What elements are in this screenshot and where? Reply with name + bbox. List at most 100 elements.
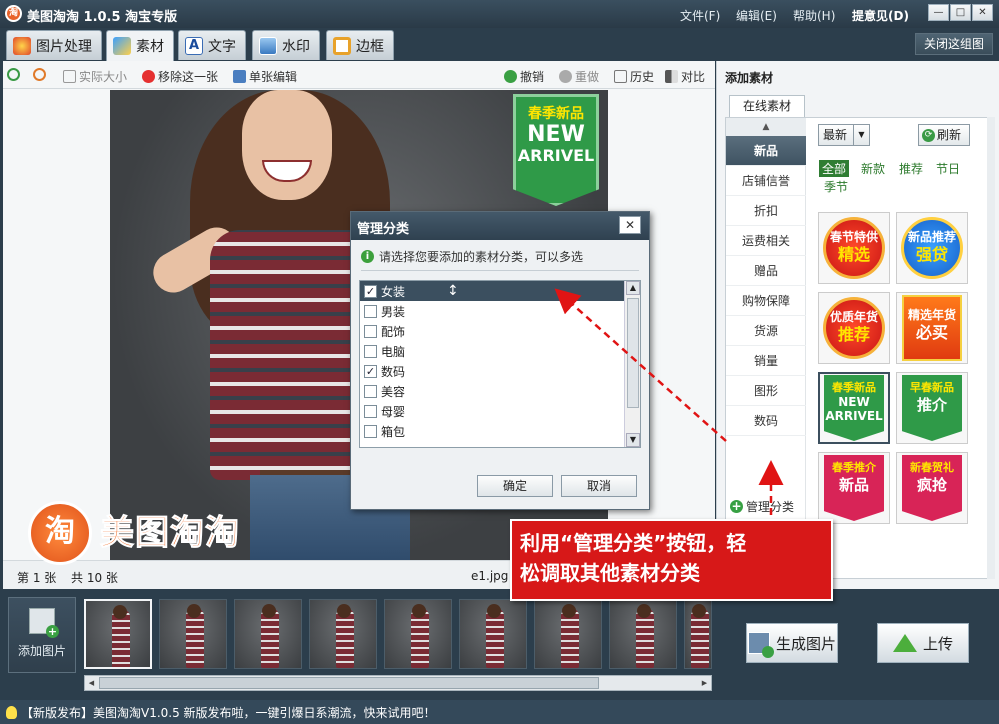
category-item[interactable]: ✓ 女装 ↕: [360, 281, 640, 301]
menu-edit[interactable]: 编辑(E): [736, 7, 777, 24]
single-edit-label: 单张编辑: [249, 70, 298, 84]
film-thumbnail[interactable]: [609, 599, 677, 669]
refresh-button[interactable]: ⟳ 刷新: [918, 124, 970, 146]
tab-text[interactable]: A 文字: [178, 30, 246, 60]
checkbox[interactable]: [364, 344, 377, 358]
zoom-in-button[interactable]: [7, 68, 20, 81]
manage-category-button[interactable]: + 管理分类: [730, 498, 794, 515]
zoom-out-button[interactable]: [33, 68, 46, 81]
checkbox[interactable]: [364, 324, 377, 338]
category-item[interactable]: 母婴: [360, 401, 640, 421]
film-thumbnail[interactable]: [534, 599, 602, 669]
category-sales[interactable]: 销量: [726, 346, 806, 376]
category-item[interactable]: 美容: [360, 381, 640, 401]
checkbox[interactable]: [364, 384, 377, 398]
category-gift[interactable]: 赠品: [726, 256, 806, 286]
category-item[interactable]: 配饰: [360, 321, 640, 341]
dialog-close-button[interactable]: ✕: [619, 216, 641, 234]
maximize-button[interactable]: □: [950, 4, 971, 21]
checkbox[interactable]: [364, 404, 377, 418]
filter-holiday[interactable]: 节日: [936, 160, 960, 177]
category-discount[interactable]: 折扣: [726, 196, 806, 226]
tab-picture-processing[interactable]: 图片处理: [6, 30, 102, 60]
generate-button[interactable]: 生成图片: [746, 623, 838, 663]
single-edit-button[interactable]: 单张编辑: [233, 68, 297, 85]
filter-season[interactable]: 季节: [824, 178, 848, 195]
cancel-button[interactable]: 取消: [561, 475, 637, 497]
add-photo-button[interactable]: + 添加图片: [8, 597, 76, 673]
category-label: 母婴: [381, 404, 406, 419]
undo-button[interactable]: 撤销: [504, 68, 544, 85]
material-item[interactable]: 早春新品 推介: [896, 372, 968, 444]
category-item[interactable]: 电脑: [360, 341, 640, 361]
checkbox[interactable]: ✓: [364, 364, 377, 378]
menu-feedback[interactable]: 提意见(D): [852, 7, 909, 24]
menu-help[interactable]: 帮助(H): [793, 7, 835, 24]
category-item[interactable]: 箱包: [360, 421, 640, 441]
new-arrival-sticker[interactable]: 春季新品 NEW ARRIVEL: [513, 94, 599, 206]
scroll-down-icon[interactable]: ▼: [626, 433, 640, 447]
filter-recommend[interactable]: 推荐: [899, 160, 923, 177]
remove-one-button[interactable]: 移除这一张: [142, 68, 218, 85]
category-new[interactable]: 新品: [726, 136, 806, 166]
sticker-top-text: 春节特供: [829, 230, 878, 244]
tab-material[interactable]: 素材: [106, 30, 174, 61]
news-text[interactable]: 【新版发布】美图淘淘V1.0.5 新版发布啦，一键引爆日系潮流，快来试用吧！: [21, 704, 436, 721]
actual-size-button[interactable]: 实际大小: [63, 68, 127, 85]
sort-select[interactable]: 最新 ▼: [818, 124, 870, 146]
material-item[interactable]: 春季新品 NEW ARRIVEL: [818, 372, 890, 444]
category-guarantee[interactable]: 购物保障: [726, 286, 806, 316]
category-item[interactable]: ✓ 数码: [360, 361, 640, 381]
material-item[interactable]: 新品推荐 强贷: [896, 212, 968, 284]
film-thumbnail[interactable]: [159, 599, 227, 669]
scroll-up-icon[interactable]: ▲: [626, 281, 640, 295]
scroll-right-icon[interactable]: ▶: [698, 676, 711, 690]
material-item[interactable]: 精选年货 必买: [896, 292, 968, 364]
sort-value: 最新: [823, 128, 848, 142]
material-item[interactable]: 新春贺礼 疯抢: [896, 452, 968, 524]
filter-new-style[interactable]: 新款: [861, 160, 885, 177]
category-scroll-up-icon[interactable]: ▲: [726, 118, 806, 136]
category-shapes[interactable]: 图形: [726, 376, 806, 406]
close-group-button[interactable]: 关闭这组图: [914, 33, 993, 55]
redo-button[interactable]: 重做: [559, 68, 599, 85]
category-item[interactable]: 男装: [360, 301, 640, 321]
history-button[interactable]: 历史: [614, 68, 654, 85]
tab-frame[interactable]: 边框: [326, 30, 394, 60]
panel-scrollbar[interactable]: [987, 117, 995, 579]
film-thumbnail[interactable]: [684, 599, 712, 669]
category-source[interactable]: 货源: [726, 316, 806, 346]
tab-watermark[interactable]: 水印: [252, 30, 320, 60]
category-checklist[interactable]: ✓ 女装 ↕ 男装 配饰 电脑 ✓ 数码 美容 母婴 箱包 ▲ ▼: [359, 280, 641, 448]
compare-button[interactable]: 对比: [665, 68, 705, 85]
category-shop-credit[interactable]: 店铺信誉: [726, 166, 806, 196]
upload-button[interactable]: 上传: [877, 623, 969, 663]
film-thumbnail[interactable]: [234, 599, 302, 669]
scroll-thumb[interactable]: [627, 298, 639, 408]
close-window-button[interactable]: ✕: [972, 4, 993, 21]
filter-all[interactable]: 全部: [819, 160, 850, 177]
checkbox[interactable]: [364, 304, 377, 318]
checkbox[interactable]: ✓: [364, 284, 377, 298]
meitu-logo-text: 美图淘淘: [100, 513, 240, 554]
scroll-left-icon[interactable]: ◀: [85, 676, 98, 690]
film-thumbnail[interactable]: [384, 599, 452, 669]
filmstrip-scrollbar[interactable]: ◀ ▶: [84, 675, 712, 691]
category-digital[interactable]: 数码: [726, 406, 806, 436]
checkbox[interactable]: [364, 424, 377, 438]
material-item[interactable]: 优质年货 推荐: [818, 292, 890, 364]
film-thumbnail[interactable]: [459, 599, 527, 669]
tab-online-material[interactable]: 在线素材: [729, 95, 805, 117]
category-shipping[interactable]: 运费相关: [726, 226, 806, 256]
menu-file[interactable]: 文件(F): [680, 7, 720, 24]
film-thumbnail[interactable]: [84, 599, 152, 669]
material-item[interactable]: 春季推介 新品: [818, 452, 890, 524]
page-indicator: 第 1 张: [17, 571, 57, 585]
info-icon: i: [361, 250, 374, 263]
list-scrollbar[interactable]: ▲ ▼: [624, 281, 640, 447]
film-thumbnail[interactable]: [309, 599, 377, 669]
filmstrip-scroll-thumb[interactable]: [99, 677, 599, 689]
material-item[interactable]: 春节特供 精选: [818, 212, 890, 284]
ok-button[interactable]: 确定: [477, 475, 553, 497]
minimize-button[interactable]: —: [928, 4, 949, 21]
